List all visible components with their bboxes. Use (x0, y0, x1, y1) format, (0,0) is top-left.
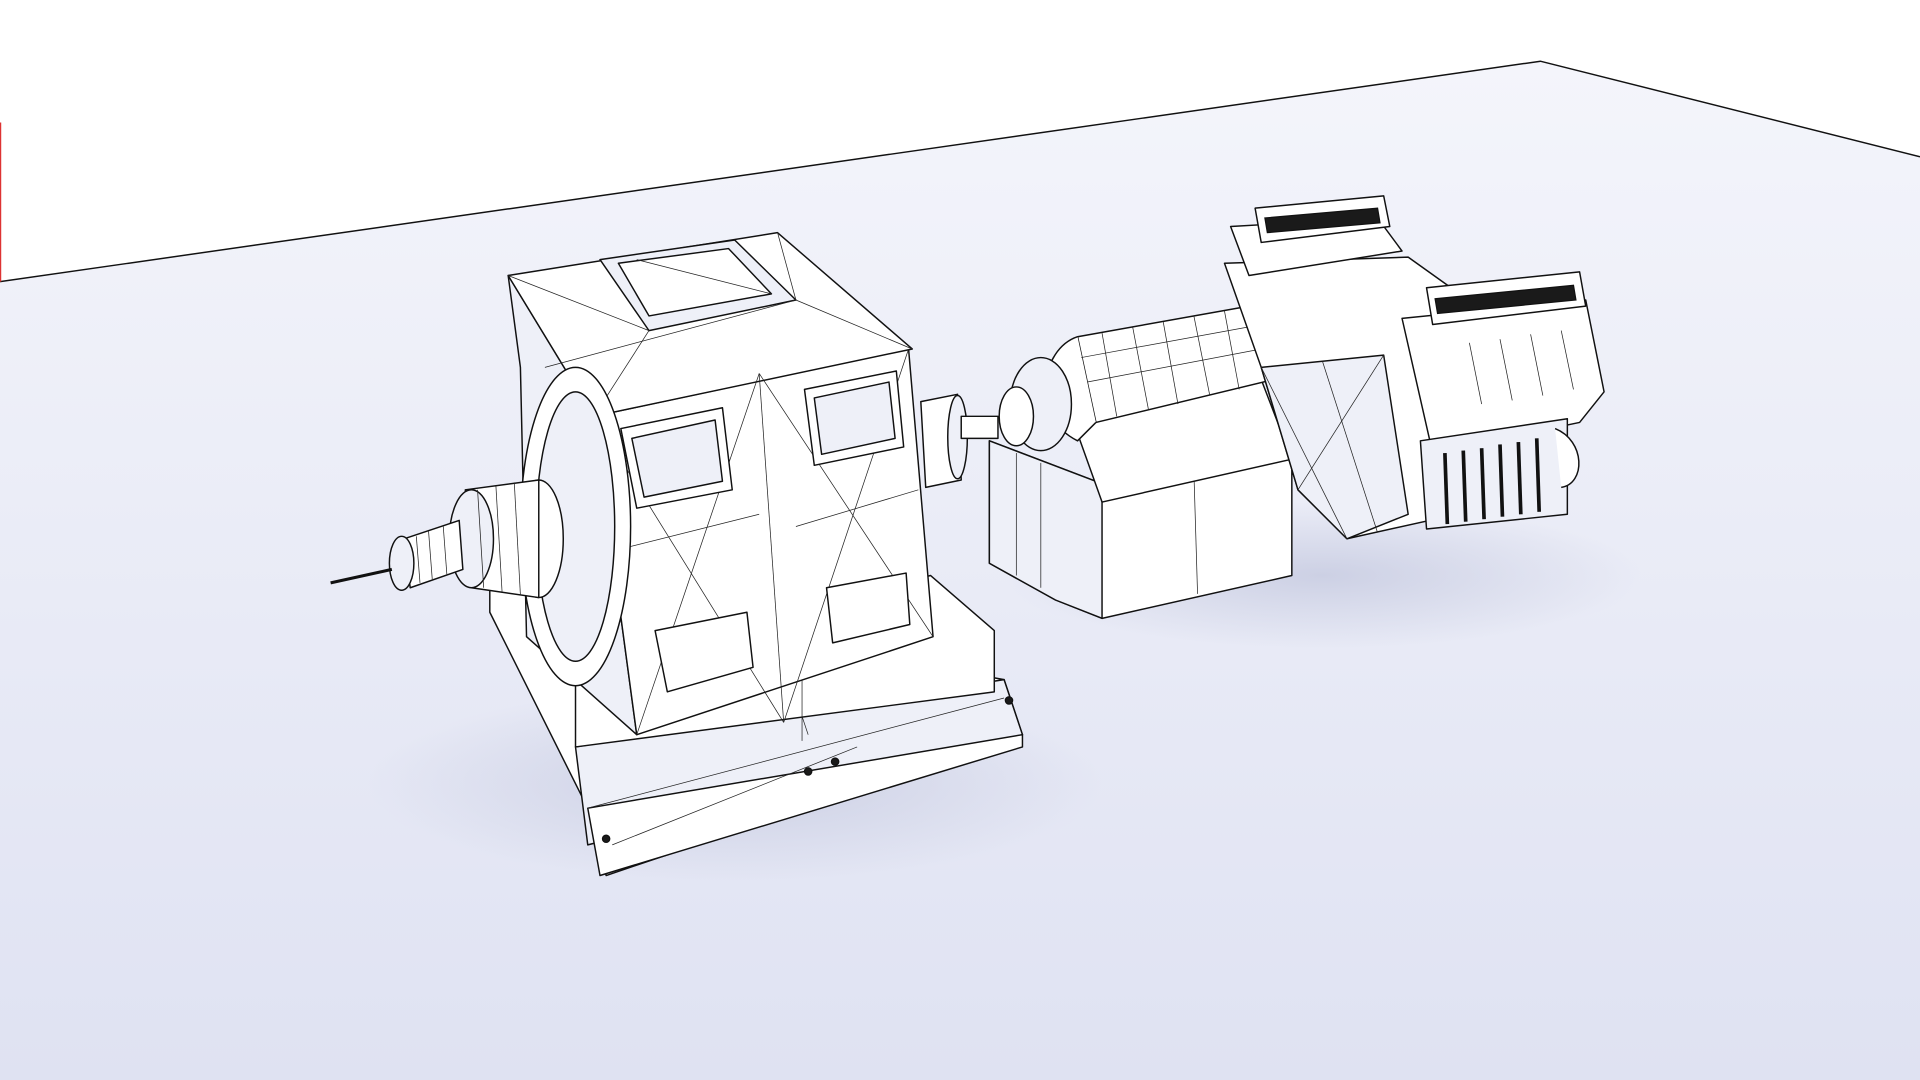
wireframe-render (0, 60, 1920, 1080)
3d-viewport[interactable] (0, 0, 1920, 1080)
